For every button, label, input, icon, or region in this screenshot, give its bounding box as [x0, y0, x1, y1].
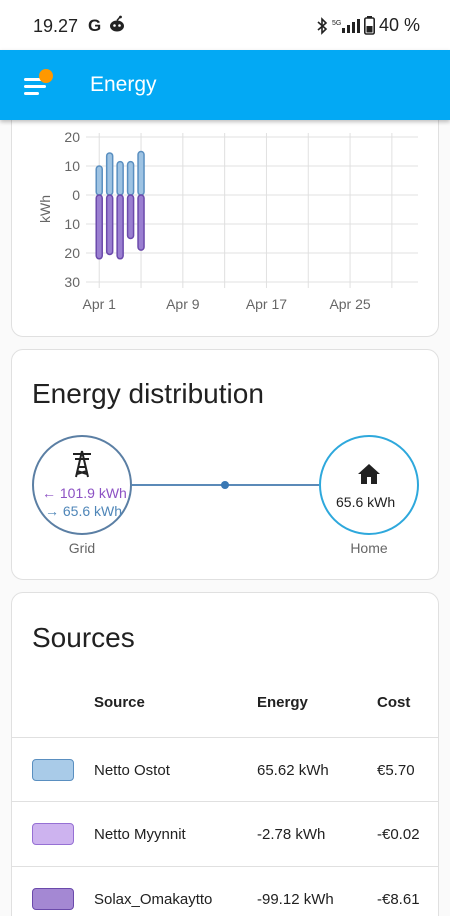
- arrow-left-icon: ←: [42, 485, 56, 501]
- status-bar: 19.27 G 5G 40 %: [0, 0, 450, 50]
- home-icon: [358, 464, 380, 484]
- source-color-swatch: [32, 888, 74, 910]
- grid-export-value: → 65.6 kWh: [45, 503, 122, 519]
- battery-icon: [363, 16, 375, 35]
- bar-ostot[interactable]: [95, 165, 103, 196]
- sources-title: Sources: [32, 622, 135, 653]
- x-tick-label: Apr 25: [329, 296, 370, 312]
- google-icon: G: [88, 16, 102, 35]
- bar-ostot[interactable]: [105, 152, 114, 196]
- transmission-tower-icon: [73, 450, 91, 478]
- bluetooth-icon: [317, 16, 328, 35]
- grid-label: Grid: [68, 540, 96, 556]
- energy-distribution-title: Energy distribution: [32, 378, 264, 409]
- svg-text:5G: 5G: [332, 20, 341, 27]
- sources-card: Sources Source Energy Cost Netto Ostot 6…: [11, 592, 439, 916]
- row-divider: [12, 866, 438, 867]
- battery-percent: 40 %: [378, 15, 420, 35]
- energy-usage-chart-card: 20 10 0 10 20 30 Apr 1 Apr 9 Apr 17 Apr 25 kWh: [11, 100, 439, 337]
- grid-import-value: ← 101.9 kWh: [42, 485, 127, 501]
- x-tick-label: Apr 1: [82, 296, 116, 312]
- bar-ostot[interactable]: [116, 160, 124, 196]
- bar-ostot[interactable]: [137, 150, 145, 196]
- home-label: Home: [350, 540, 388, 556]
- bar-omakaytto[interactable]: [116, 194, 124, 260]
- energy-distribution-card: Energy distribution ← 101.9 kWh → 65.6 k…: [11, 349, 439, 580]
- source-energy: -2.78 kWh: [257, 826, 326, 843]
- bar-omakaytto[interactable]: [105, 194, 114, 256]
- source-energy: -99.12 kWh: [257, 891, 334, 908]
- y-tick-label: 20: [64, 245, 80, 261]
- energy-usage-chart: 20 10 0 10 20 30Apr 1 Apr 9 Apr 17 Apr 25 kWh: [37, 129, 418, 312]
- source-name: Solax_Omakaytto: [94, 891, 213, 908]
- status-indicators: 5G 40 %: [316, 15, 420, 36]
- home-node[interactable]: 65.6 kWh: [319, 435, 419, 535]
- home-value: 65.6 kWh: [336, 494, 396, 510]
- column-header-energy[interactable]: Energy: [257, 694, 308, 711]
- grid-export-text: 65.6 kWh: [62, 503, 123, 519]
- row-divider: [12, 801, 438, 802]
- source-cost: €5.70: [377, 762, 415, 779]
- column-header-cost[interactable]: Cost: [377, 694, 410, 711]
- source-name: Netto Myynnit: [94, 826, 186, 843]
- y-axis-label: kWh: [37, 195, 53, 223]
- y-tick-label: 10: [64, 158, 80, 174]
- page-title: Energy: [90, 73, 157, 96]
- source-color-swatch: [32, 759, 74, 781]
- x-tick-label: Apr 9: [166, 296, 200, 312]
- app-bar: Energy: [0, 50, 450, 120]
- grid-node[interactable]: ← 101.9 kWh → 65.6 kWh: [32, 435, 132, 535]
- status-time: 19.27: [33, 16, 79, 36]
- bar-ostot[interactable]: [126, 160, 135, 196]
- x-tick-label: Apr 17: [246, 296, 287, 312]
- menu-icon-line: [24, 92, 39, 95]
- bar-omakaytto[interactable]: [137, 194, 145, 251]
- menu-button[interactable]: [16, 68, 56, 104]
- source-cost: -€8.61: [377, 891, 420, 908]
- arrow-right-icon: →: [45, 503, 59, 519]
- y-tick-label: 0: [72, 187, 80, 203]
- y-tick-label: 30: [64, 274, 80, 290]
- y-tick-label: 20: [64, 129, 80, 145]
- bar-omakaytto[interactable]: [95, 194, 103, 260]
- header-divider: [12, 737, 438, 738]
- source-name: Netto Ostot: [94, 762, 170, 779]
- source-energy: 65.62 kWh: [257, 762, 329, 779]
- notification-dot: [39, 69, 53, 83]
- column-header-source[interactable]: Source: [94, 694, 145, 711]
- menu-icon-line: [24, 85, 46, 88]
- flow-dot: [221, 481, 229, 489]
- bar-omakaytto[interactable]: [126, 194, 135, 240]
- grid-import-text: 101.9 kWh: [59, 485, 127, 501]
- signal-icon: 5G: [332, 18, 360, 33]
- y-tick-label: 10: [64, 216, 80, 232]
- source-color-swatch: [32, 823, 74, 845]
- source-cost: -€0.02: [377, 826, 420, 843]
- robot-notification-icon: [110, 15, 124, 32]
